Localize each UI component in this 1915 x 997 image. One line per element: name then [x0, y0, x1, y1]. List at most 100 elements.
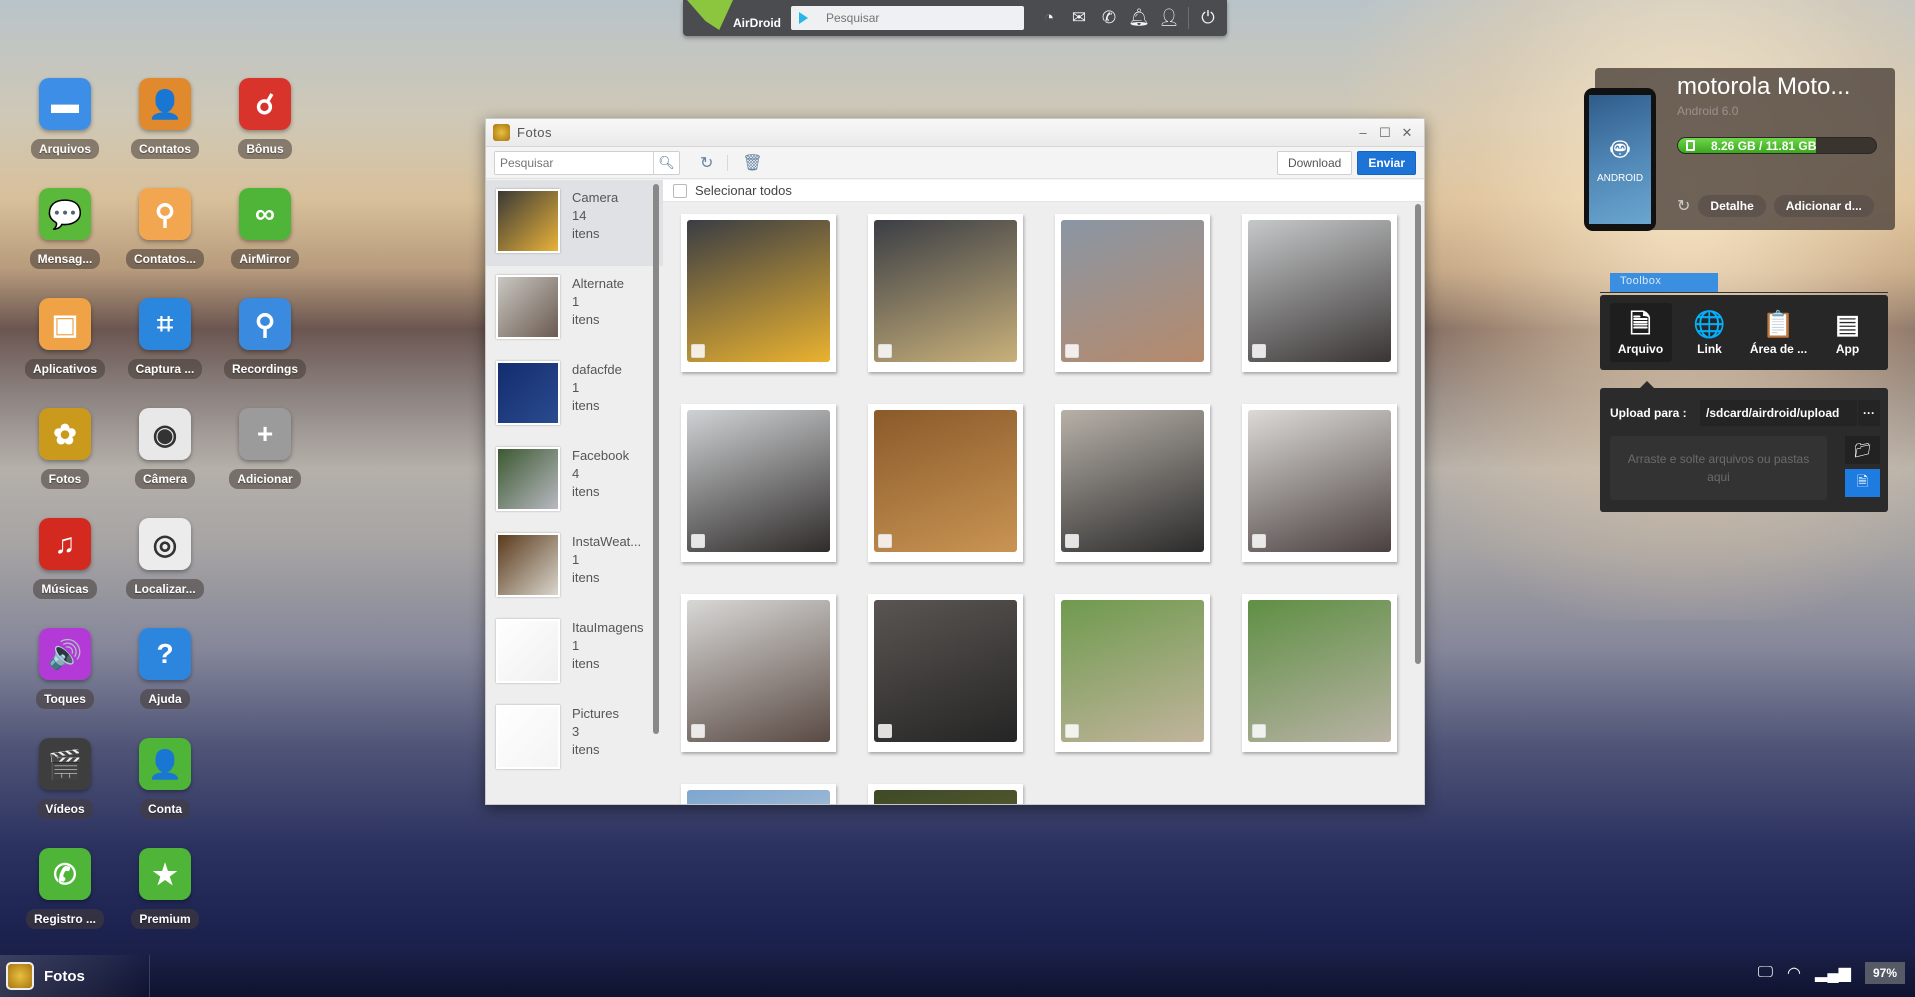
photo-checkbox[interactable]	[1252, 344, 1266, 358]
photo-card[interactable]	[681, 784, 836, 804]
desktop-app-captura[interactable]: ⌗ Captura ...	[115, 298, 215, 388]
photo-card[interactable]	[681, 404, 836, 562]
screen-mirror-icon[interactable]: 🖵	[1758, 964, 1773, 982]
minimize-icon[interactable]: –	[1356, 125, 1370, 141]
power-icon[interactable]: ⏻	[1193, 3, 1223, 33]
desktop-app-vídeos[interactable]: 🎬 Vídeos	[15, 738, 115, 828]
photo-card[interactable]	[1055, 404, 1210, 562]
globe-link-icon: 🌐	[1693, 309, 1726, 339]
photo-card[interactable]	[1242, 214, 1397, 372]
desktop-app-fotos[interactable]: ✿ Fotos	[15, 408, 115, 498]
photo-checkbox[interactable]	[878, 344, 892, 358]
more-options-button[interactable]: ···	[1858, 400, 1880, 426]
desktop-app-mensag[interactable]: 💬 Mensag...	[15, 188, 115, 278]
desktop-app-conta[interactable]: 👤 Conta	[115, 738, 215, 828]
taskbar-app-photos[interactable]: Fotos	[0, 955, 150, 997]
drop-zone[interactable]: Arraste e solte arquivos ou pastas aqui	[1610, 436, 1827, 500]
desktop-app-aplicativos[interactable]: ▣ Aplicativos	[15, 298, 115, 388]
refresh-device-icon[interactable]: ↻	[1677, 196, 1690, 216]
photo-checkbox[interactable]	[1065, 534, 1079, 548]
photo-card[interactable]	[868, 784, 1023, 804]
upload-folder-icon[interactable]: 📁︎	[1845, 436, 1880, 464]
trash-icon[interactable]: 🗑︎	[742, 153, 762, 173]
download-button[interactable]: Download	[1276, 150, 1353, 175]
refresh-icon[interactable]: ↻	[700, 153, 713, 173]
photo-card[interactable]	[1055, 594, 1210, 752]
desktop-app-músicas[interactable]: ♫ Músicas	[15, 518, 115, 608]
album-search-input[interactable]	[495, 151, 653, 174]
desktop-app-localizar[interactable]: ◎ Localizar...	[115, 518, 215, 608]
airdroid-logo-icon	[687, 0, 733, 30]
detail-button[interactable]: Detalhe	[1698, 195, 1766, 217]
desktop-app-ajuda[interactable]: ? Ajuda	[115, 628, 215, 718]
speedometer-icon[interactable]: ◔	[1034, 3, 1064, 33]
airdroid-logo[interactable]: AirDroid	[683, 0, 783, 36]
account-icon: 👤	[139, 738, 191, 790]
desktop-app-airmirror[interactable]: ∞ AirMirror	[215, 188, 315, 278]
toolbox-item[interactable]: 📋 Área de ...	[1748, 303, 1810, 362]
photo-checkbox[interactable]	[691, 534, 705, 548]
album-item[interactable]: Facebook 4 itens	[486, 438, 663, 524]
photo-card[interactable]	[868, 404, 1023, 562]
photo-checkbox[interactable]	[1065, 724, 1079, 738]
battery-level: 97%	[1864, 962, 1905, 984]
desktop-app-toques[interactable]: 🔊 Toques	[15, 628, 115, 718]
album-item[interactable]: Alternate 1 itens	[486, 266, 663, 352]
top-search-input[interactable]	[826, 11, 1006, 25]
desktop-app-contatos[interactable]: ⚲ Contatos...	[115, 188, 215, 278]
photo-checkbox[interactable]	[1252, 724, 1266, 738]
close-icon[interactable]: ✕	[1400, 125, 1414, 141]
toolbox-item[interactable]: 🗎 Arquivo	[1609, 303, 1672, 362]
photo-checkbox[interactable]	[691, 344, 705, 358]
photo-checkbox[interactable]	[1065, 344, 1079, 358]
photo-card[interactable]	[681, 594, 836, 752]
toolbox-tab[interactable]: Toolbox	[1610, 273, 1718, 292]
upload-file-icon[interactable]: 🗎	[1845, 469, 1880, 497]
desktop-app-câmera[interactable]: ◉ Câmera	[115, 408, 215, 498]
phone-icon[interactable]: ✆	[1094, 3, 1124, 33]
photo-card[interactable]	[868, 214, 1023, 372]
photo-card[interactable]	[868, 594, 1023, 752]
desktop-app-contatos[interactable]: 👤 Contatos	[115, 78, 215, 168]
desktop-app-label: Fotos	[40, 469, 90, 489]
desktop-app-premium[interactable]: ★ Premium	[115, 848, 215, 938]
user-icon[interactable]: 👤︎	[1154, 3, 1184, 33]
photo-card[interactable]	[681, 214, 836, 372]
album-list-scrollbar[interactable]	[653, 184, 659, 734]
album-item[interactable]: Pictures 3 itens	[486, 696, 663, 782]
add-device-button[interactable]: Adicionar d...	[1773, 195, 1874, 217]
search-icon[interactable]: 🔍︎	[653, 151, 679, 174]
photo-card[interactable]	[1242, 594, 1397, 752]
photo-card[interactable]	[1242, 404, 1397, 562]
photo-thumbnail	[1061, 600, 1204, 742]
binoculars-icon: ∞	[239, 188, 291, 240]
album-item[interactable]: dafacfde 1 itens	[486, 352, 663, 438]
select-all-checkbox[interactable]	[673, 183, 687, 198]
desktop-app-adicionar[interactable]: + Adicionar	[215, 408, 315, 498]
toolbox-item[interactable]: ▤ App	[1817, 303, 1879, 362]
photo-grid-scrollbar[interactable]	[1415, 204, 1421, 664]
photo-checkbox[interactable]	[1252, 534, 1266, 548]
desktop-app-label: Músicas	[33, 579, 97, 599]
desktop-app-bônus[interactable]: ☌ Bônus	[215, 78, 315, 168]
bell-icon[interactable]: 🔔︎	[1124, 3, 1154, 33]
select-all-row[interactable]: Selecionar todos	[663, 180, 1424, 202]
album-item[interactable]: InstaWeat... 1 itens	[486, 524, 663, 610]
upload-path[interactable]: /sdcard/airdroid/upload	[1700, 400, 1857, 426]
compose-message-icon[interactable]: ✉	[1064, 3, 1094, 33]
send-button[interactable]: Enviar	[1357, 150, 1416, 175]
album-item[interactable]: ItauImagens 1 itens	[486, 610, 663, 696]
photo-checkbox[interactable]	[878, 724, 892, 738]
desktop-app-registro[interactable]: ✆ Registro ...	[15, 848, 115, 938]
desktop-app-arquivos[interactable]: ▬ Arquivos	[15, 78, 115, 168]
photo-card[interactable]	[1055, 214, 1210, 372]
top-search-box[interactable]	[791, 6, 1024, 30]
wifi-icon: ◠	[1787, 965, 1802, 982]
maximize-icon[interactable]: ☐	[1378, 125, 1392, 141]
photo-checkbox[interactable]	[878, 534, 892, 548]
desktop-app-recordings[interactable]: ⚲ Recordings	[215, 298, 315, 388]
toolbox-item[interactable]: 🌐 Link	[1679, 303, 1741, 362]
album-item[interactable]: Camera 14 itens	[486, 180, 663, 266]
window-titlebar[interactable]: Fotos – ☐ ✕	[486, 119, 1424, 147]
photo-checkbox[interactable]	[691, 724, 705, 738]
